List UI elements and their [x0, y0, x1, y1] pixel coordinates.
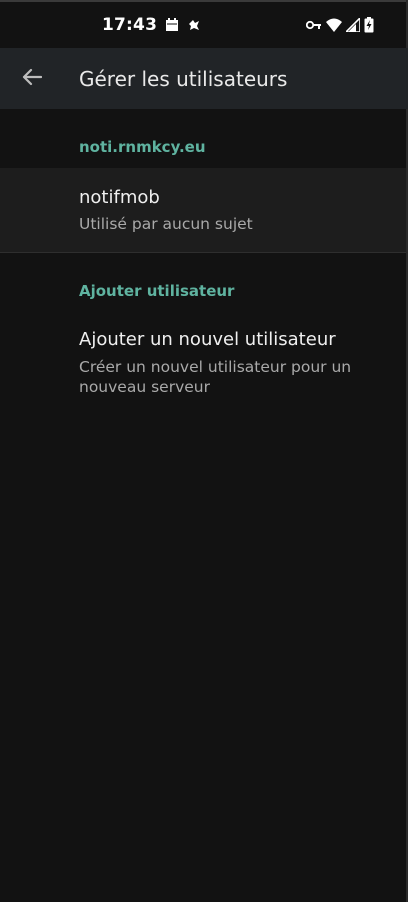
bird-icon — [187, 18, 201, 32]
add-user-subtitle: Créer un nouvel utilisateur pour un nouv… — [79, 358, 352, 396]
section-divider — [0, 252, 406, 253]
calendar-icon — [165, 18, 179, 32]
section-header-server: noti.rnmkcy.eu — [79, 138, 206, 156]
arrow-back-icon — [22, 68, 43, 90]
battery-charging-icon — [364, 17, 374, 33]
clock: 17:43 — [102, 15, 158, 35]
page-title: Gérer les utilisateurs — [79, 66, 288, 91]
user-item-notifmob[interactable]: notifmob Utilisé par aucun sujet — [0, 168, 406, 252]
app-bar: Gérer les utilisateurs — [0, 48, 408, 109]
section-header-add-user: Ajouter utilisateur — [79, 282, 235, 300]
user-item-subtitle: Utilisé par aucun sujet — [79, 215, 253, 233]
status-bar: 17:43 — [0, 2, 408, 48]
status-bar-left: 17:43 — [102, 15, 201, 35]
signal-icon — [346, 18, 360, 32]
screen: 17:43 Gérer les utilisateurs noti.rnmkcy… — [0, 0, 408, 902]
wifi-icon — [326, 18, 342, 32]
back-button[interactable] — [0, 48, 64, 109]
vpn-key-icon — [306, 19, 322, 31]
status-bar-right — [306, 17, 374, 33]
user-item-title: notifmob — [79, 187, 160, 208]
add-user-item[interactable]: Ajouter un nouvel utilisateur Créer un n… — [0, 318, 406, 410]
add-user-title: Ajouter un nouvel utilisateur — [79, 329, 336, 350]
